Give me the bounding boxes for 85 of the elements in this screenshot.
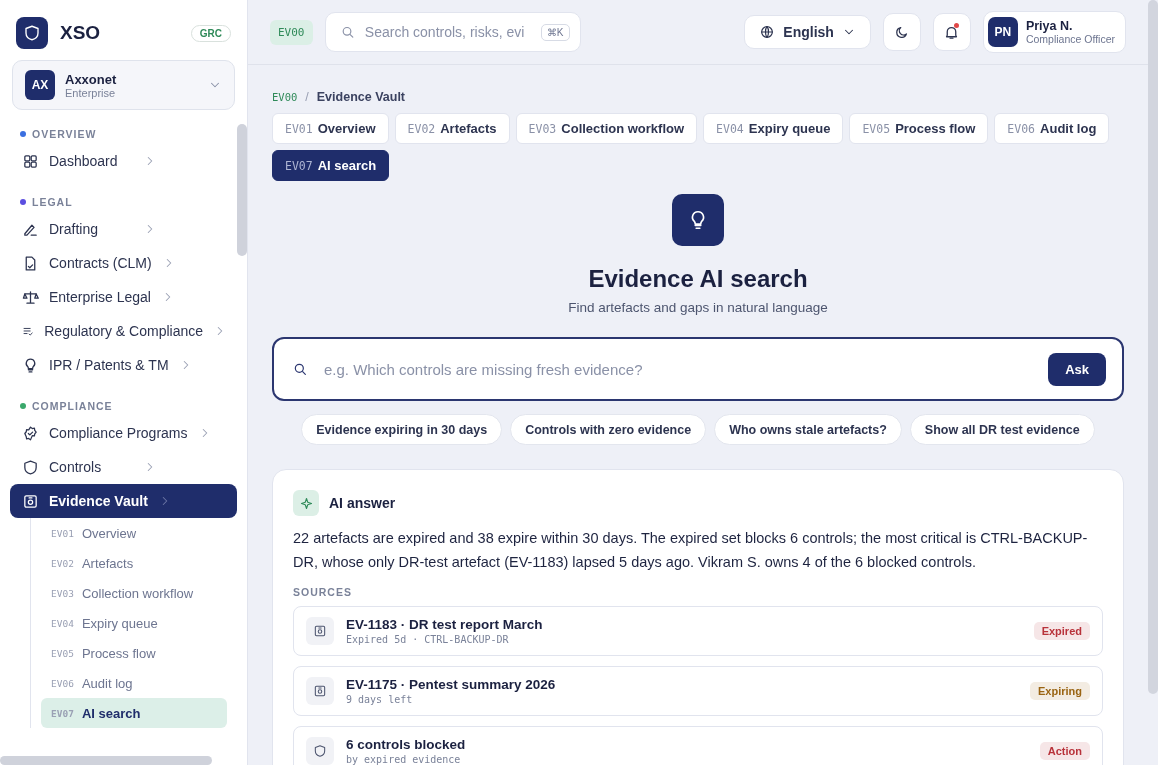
nav-item[interactable]: Drafting	[10, 212, 237, 246]
answer-title: AI answer	[329, 495, 396, 511]
scales-icon	[22, 288, 39, 306]
notifications-button[interactable]	[932, 13, 971, 51]
nav-item[interactable]: Enterprise Legal	[10, 280, 237, 314]
nav-item[interactable]: Evidence Vault	[10, 484, 237, 518]
language-selector[interactable]: English	[744, 15, 871, 49]
status-badge: Action	[1039, 742, 1090, 760]
page-code: EV00	[270, 19, 313, 45]
tab[interactable]: EV07 AI search	[272, 150, 390, 181]
organization-switcher[interactable]: AX Axxonet Enterprise	[12, 60, 235, 110]
suggestion-chip[interactable]: Controls with zero evidence	[510, 414, 707, 445]
shield-icon	[313, 744, 327, 758]
suggestion-chip[interactable]: Who owns stale artefacts?	[714, 414, 902, 445]
section-title: OVERVIEW	[32, 128, 97, 140]
sparkle-icon	[293, 490, 319, 516]
grid-icon	[22, 152, 39, 170]
user-menu[interactable]: PN Priya N. Compliance Officer	[982, 11, 1126, 53]
nav-item[interactable]: Controls	[10, 450, 237, 484]
answer-text: 22 artefacts are expired and 38 expire within 30 days. The expired set blocks 6 controls; the most critical is CTRL-BACKUP-DR, whose only DR-test artefact (EV-1183) lapsed 5 days ago. Vikram S. owns 4 of the 6 blocked controls.	[293, 529, 1089, 572]
nav-item[interactable]: Contracts (CLM)	[10, 246, 237, 280]
section-title: LEGAL	[32, 196, 73, 208]
ask-button[interactable]: Ask	[1048, 352, 1106, 386]
source-item[interactable]: 6 controls blocked by expired evidence Action	[293, 726, 1103, 765]
source-title: EV-1175 · Pentest summary 2026	[346, 677, 557, 692]
ask-field[interactable]: e.g. Which controls are missing fresh evidence?	[322, 359, 1035, 379]
bulb-icon	[672, 194, 724, 246]
status-badge: Expired	[1033, 622, 1090, 640]
vault-icon	[313, 684, 327, 698]
theme-toggle[interactable]	[882, 13, 921, 51]
shield-icon	[23, 24, 41, 42]
user-avatar: PN	[987, 17, 1018, 47]
tab[interactable]: EV01 Overview	[272, 113, 389, 144]
tab[interactable]: EV03 Collection workflow	[515, 113, 698, 144]
suggestion-chip[interactable]: Show all DR test evidence	[909, 414, 1095, 445]
badge-check-icon	[22, 424, 39, 442]
shield-icon	[22, 458, 39, 476]
search-icon	[292, 361, 308, 377]
scrollbar[interactable]	[1148, 0, 1158, 694]
user-role: Compliance Officer	[1025, 33, 1115, 45]
globe-icon	[759, 24, 776, 40]
org-avatar: AX	[25, 70, 55, 100]
nav-item[interactable]: Regulatory & Compliance	[10, 314, 237, 348]
nav-item[interactable]: IPR / Patents & TM	[10, 348, 237, 382]
scrollbar[interactable]	[237, 124, 247, 256]
source-title: 6 controls blocked	[346, 737, 467, 752]
search-box[interactable]: Search controls, risks, evi ⌘K	[324, 12, 581, 52]
breadcrumb-current: Evidence Vault	[316, 90, 405, 104]
scrollbar[interactable]	[0, 756, 212, 765]
vault-icon	[22, 492, 39, 510]
brand-name: XSO	[60, 22, 102, 44]
subnav-item[interactable]: EV04 Expiry queue	[41, 608, 227, 638]
tab[interactable]: EV04 Expiry queue	[703, 113, 844, 144]
breadcrumb-separator: /	[305, 90, 309, 104]
user-name: Priya N.	[1025, 19, 1074, 33]
subnav-item[interactable]: EV06 Audit log	[41, 668, 227, 698]
source-item[interactable]: EV-1183 · DR test report March Expired 5d · CTRL-BACKUP-DR Expired	[293, 606, 1103, 656]
section-title: COMPLIANCE	[32, 400, 113, 412]
ask-box[interactable]: e.g. Which controls are missing fresh evidence? Ask	[272, 337, 1124, 401]
subnav-item[interactable]: EV07 AI search	[41, 698, 227, 728]
page-title: Evidence AI search	[588, 264, 808, 294]
tab[interactable]: EV02 Artefacts	[394, 113, 510, 144]
nav-item[interactable]: Dashboard	[10, 144, 237, 178]
source-meta: by expired evidence	[346, 754, 462, 765]
source-meta: 9 days left	[346, 694, 414, 705]
subnav-item[interactable]: EV03 Collection workflow	[41, 578, 227, 608]
tab[interactable]: EV06 Audit log	[994, 113, 1110, 144]
source-title: EV-1183 · DR test report March	[346, 617, 544, 632]
sources-label: SOURCES	[293, 586, 353, 598]
suggestion-chip[interactable]: Evidence expiring in 30 days	[301, 414, 503, 445]
nav-item[interactable]: Compliance Programs	[10, 416, 237, 450]
subnav-item[interactable]: EV05 Process flow	[41, 638, 227, 668]
subnav-item[interactable]: EV01 Overview	[41, 518, 227, 548]
subnav-item[interactable]: EV02 Artefacts	[41, 548, 227, 578]
tab[interactable]: EV05 Process flow	[849, 113, 989, 144]
breadcrumb-link[interactable]: EV00	[272, 91, 298, 103]
shortcut-hint: ⌘K	[540, 23, 570, 41]
source-item[interactable]: EV-1175 · Pentest summary 2026 9 days left Expiring	[293, 666, 1103, 716]
org-name: Axxonet	[65, 71, 118, 87]
vault-icon	[313, 624, 327, 638]
search-field[interactable]: Search controls, risks, evi	[362, 23, 533, 41]
source-meta: Expired 5d · CTRL-BACKUP-DR	[346, 634, 510, 645]
status-badge: Expiring	[1030, 682, 1090, 700]
org-plan: Enterprise	[65, 86, 117, 99]
page-subtitle: Find artefacts and gaps in natural language	[568, 300, 828, 315]
